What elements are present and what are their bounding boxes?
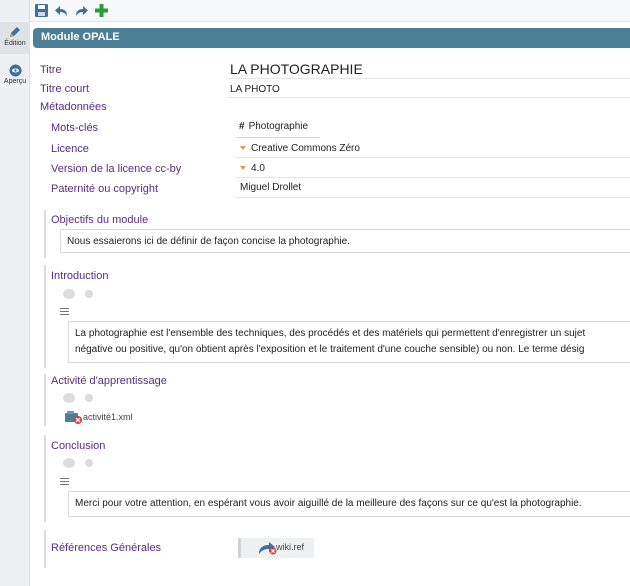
intro-text-line1: La photographie est l'ensemble des techn… [75, 328, 586, 339]
preview-eye-icon [9, 64, 21, 77]
save-icon[interactable] [34, 3, 49, 18]
module-title: Module OPALE [41, 31, 120, 43]
titre-label: Titre [40, 64, 62, 76]
version-underline [236, 177, 630, 178]
titre-court-underline [226, 97, 630, 98]
intro-text-field[interactable]: La photographie est l'ensemble des techn… [68, 321, 630, 363]
mots-cles-field[interactable]: # Photographie [239, 121, 308, 132]
conclusion-title: Conclusion [51, 440, 106, 452]
metadonnees-label: Métadonnées [40, 101, 107, 113]
paternite-field[interactable]: Miguel Drollet [240, 182, 301, 193]
edit-mode-tab[interactable]: Édition [0, 22, 30, 54]
objectifs-title: Objectifs du module [51, 214, 149, 226]
mots-cles-label: Mots-clés [51, 122, 99, 134]
conclusion-text: Merci pour votre attention, en espérant … [75, 498, 582, 509]
titre-court-field[interactable]: LA PHOTO [230, 84, 280, 95]
paragraph-icon [60, 478, 69, 485]
references-title: Références Générales [51, 542, 162, 554]
conclusion-options-icon[interactable] [63, 458, 95, 468]
preview-mode-tab[interactable]: Aperçu [0, 62, 30, 92]
add-icon[interactable] [94, 3, 109, 18]
paragraph-icon [60, 308, 69, 315]
references-file-name: wiki.ref [276, 542, 305, 552]
paternite-underline [236, 197, 630, 198]
version-select[interactable]: 4.0 [240, 163, 265, 174]
version-label: Version de la licence cc-by [51, 163, 182, 175]
titre-court-label: Titre court [40, 83, 90, 95]
objectifs-text: Nous essaierons ici de définir de façon … [67, 236, 350, 247]
conclusion-text-field[interactable]: Merci pour votre attention, en espérant … [68, 491, 630, 517]
broken-file-icon [65, 411, 82, 424]
references-file-link[interactable]: wiki.ref [238, 538, 314, 558]
pencil-icon [10, 27, 20, 37]
activite-file-name: activité1.xml [83, 412, 133, 423]
version-value: 4.0 [251, 163, 265, 174]
licence-value: Creative Commons Zéro [251, 143, 360, 154]
activite-title: Activité d'apprentissage [51, 375, 167, 387]
dropdown-arrow-icon [240, 146, 246, 151]
licence-select[interactable]: Creative Commons Zéro [240, 143, 360, 154]
dropdown-arrow-icon [240, 166, 246, 171]
intro-text-line2: négative ou positive, qu'on obtient aprè… [75, 344, 585, 355]
edit-mode-label: Édition [4, 40, 26, 47]
mots-cles-underline [236, 137, 320, 138]
hashtag-icon: # [239, 121, 245, 132]
activite-options-icon[interactable] [63, 393, 95, 403]
introduction-title: Introduction [51, 270, 109, 282]
undo-icon[interactable] [54, 3, 69, 18]
toolbar [30, 0, 630, 22]
titre-underline [226, 78, 630, 79]
redo-icon[interactable] [74, 3, 89, 18]
licence-underline [236, 157, 630, 158]
preview-mode-label: Aperçu [3, 78, 27, 85]
activite-file-link[interactable]: activité1.xml [65, 411, 133, 424]
paternite-label: Paternité ou copyright [51, 183, 159, 195]
licence-label: Licence [51, 143, 89, 155]
side-rail: Édition Aperçu [0, 0, 30, 586]
objectifs-text-field[interactable]: Nous essaierons ici de définir de façon … [60, 229, 630, 253]
module-header-bar: Module OPALE [33, 28, 630, 48]
mots-cles-value: Photographie [248, 121, 309, 132]
titre-field[interactable]: LA PHOTOGRAPHIE [230, 61, 363, 77]
intro-options-icon[interactable] [63, 289, 95, 299]
